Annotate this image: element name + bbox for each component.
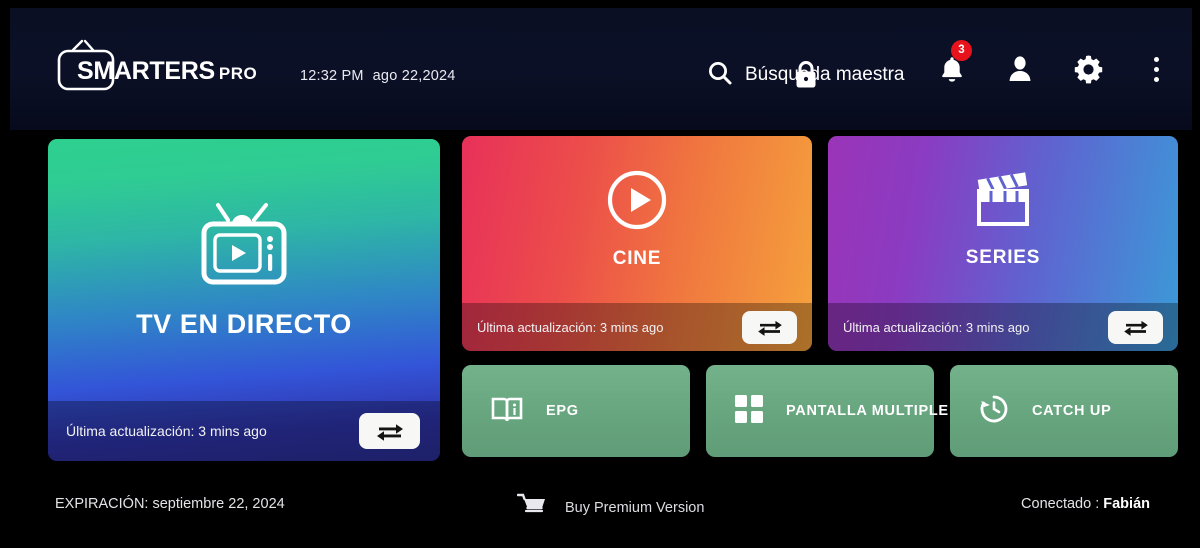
master-search[interactable]: Búsqueda maestra xyxy=(707,58,905,92)
tile-live-tv-footer: Última actualización: 3 mins ago xyxy=(48,401,440,461)
more-options-button[interactable] xyxy=(1140,52,1172,86)
grid-icon xyxy=(734,394,764,429)
action-label-epg: EPG xyxy=(546,403,579,419)
connected-label: Conectado : xyxy=(1021,496,1100,512)
settings-button[interactable] xyxy=(1072,52,1104,86)
app-container: SMARTERS PRO 12:32 PM ago 22,2024 Búsqueda… xyxy=(10,8,1192,540)
action-label-catchup: CATCH UP xyxy=(1032,403,1112,419)
buy-premium-label: Buy Premium Version xyxy=(565,499,705,516)
tile-series-refresh-button[interactable] xyxy=(1108,310,1163,344)
current-time: 12:32 PM xyxy=(300,68,364,84)
tile-live-tv-title: TV EN DIRECTO xyxy=(136,309,352,339)
shopping-cart-icon xyxy=(516,492,547,523)
connected-status: Conectado : Fabián xyxy=(1021,496,1150,512)
action-button-catchup[interactable]: CATCH UP xyxy=(950,365,1178,457)
search-label: Búsqueda maestra xyxy=(745,64,905,85)
tile-cine-update: Última actualización: 3 mins ago xyxy=(477,319,664,335)
tile-series[interactable]: SERIES Última actualización: 3 mins ago xyxy=(828,136,1178,351)
profile-button[interactable] xyxy=(1004,52,1036,86)
tile-series-title: SERIES xyxy=(965,247,1041,268)
tile-cine-footer: Última actualización: 3 mins ago xyxy=(462,303,812,351)
header-datetime: 12:32 PM ago 22,2024 xyxy=(300,68,456,84)
tile-live-tv-body: TV EN DIRECTO xyxy=(48,139,440,401)
brand-suffix: PRO xyxy=(218,63,258,83)
notification-badge: 3 xyxy=(951,40,972,61)
tile-live-tv[interactable]: TV EN DIRECTO Última actualización: 3 mi… xyxy=(48,139,440,461)
kebab-menu-icon xyxy=(1153,56,1159,82)
lock-icon xyxy=(793,59,819,90)
tile-cine-body: CINE xyxy=(462,136,812,303)
tile-live-tv-update: Última actualización: 3 mins ago xyxy=(66,423,267,439)
retro-tv-icon xyxy=(198,200,290,293)
footer-bar: EXPIRACIÓN: septiembre 22, 2024 Buy Prem… xyxy=(10,470,1192,540)
tile-series-update: Última actualización: 3 mins ago xyxy=(843,319,1030,335)
connected-username: Fabián xyxy=(1103,496,1150,512)
header-bar: SMARTERS PRO 12:32 PM ago 22,2024 Búsqueda… xyxy=(10,8,1192,130)
iptv-tv-logo-icon xyxy=(55,39,117,93)
app-screen: SMARTERS PRO 12:32 PM ago 22,2024 Búsqueda… xyxy=(0,0,1200,548)
action-button-multiscreen[interactable]: PANTALLA MULTIPLE xyxy=(706,365,948,457)
tile-series-footer: Última actualización: 3 mins ago xyxy=(828,303,1178,351)
expiration-text: EXPIRACIÓN: septiembre 22, 2024 xyxy=(55,496,285,512)
refresh-loop-icon xyxy=(757,320,782,336)
refresh-loop-icon xyxy=(376,424,403,441)
current-date: ago 22,2024 xyxy=(372,68,456,84)
tile-live-tv-refresh-button[interactable] xyxy=(359,413,420,449)
buy-premium-button[interactable]: Buy Premium Version xyxy=(516,492,705,523)
refresh-loop-icon xyxy=(1123,320,1148,336)
action-button-epg[interactable]: EPG xyxy=(462,365,690,457)
notifications-button[interactable]: 3 xyxy=(936,40,972,86)
tile-cine-title: CINE xyxy=(612,248,662,269)
tile-cine[interactable]: CINE Última actualización: 3 mins ago xyxy=(462,136,812,351)
clapperboard-icon xyxy=(971,170,1035,235)
header-icon-group: 3 xyxy=(936,40,1172,86)
app-logo: SMARTERS PRO xyxy=(55,38,257,94)
gear-icon xyxy=(1074,55,1102,83)
tile-cine-refresh-button[interactable] xyxy=(742,310,797,344)
search-icon xyxy=(707,60,733,91)
tiles-area: TV EN DIRECTO Última actualización: 3 mi… xyxy=(10,130,1192,470)
tile-series-body: SERIES xyxy=(828,136,1178,303)
action-label-multiscreen: PANTALLA MULTIPLE xyxy=(786,403,949,419)
clock-rewind-icon xyxy=(978,393,1010,430)
user-icon xyxy=(1009,56,1031,81)
epg-book-icon xyxy=(490,394,524,429)
play-circle-icon xyxy=(606,169,668,236)
